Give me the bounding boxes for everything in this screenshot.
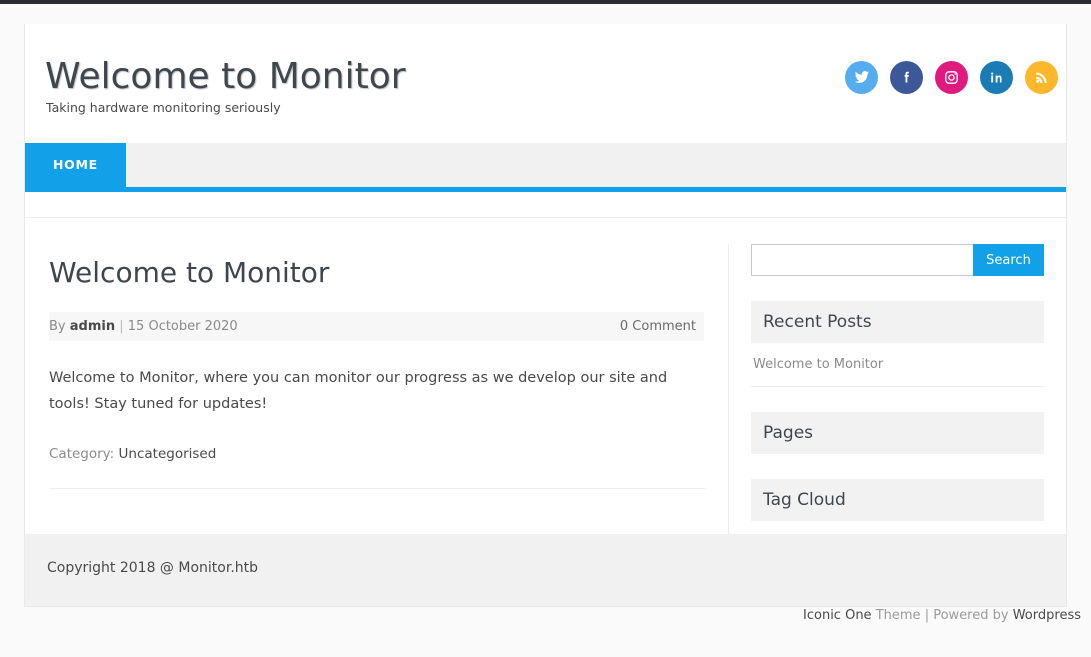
post-title: Welcome to Monitor (49, 256, 330, 289)
platform-link[interactable]: Wordpress (1013, 608, 1081, 623)
post-divider (49, 488, 706, 490)
social-icon-list (845, 61, 1058, 94)
site-title[interactable]: Welcome to Monitor (45, 56, 406, 97)
sidebar: Search Recent Posts Welcome to Monitor P… (729, 244, 1066, 534)
post-author-link[interactable]: admin (70, 319, 115, 334)
facebook-icon[interactable] (890, 61, 923, 94)
post-byline: By admin | 15 October 2020 (49, 312, 238, 341)
search-input[interactable] (751, 244, 973, 276)
post-column: Welcome to Monitor By admin | 15 October… (25, 244, 729, 534)
rss-icon[interactable] (1025, 61, 1058, 94)
linkedin-icon[interactable] (980, 61, 1013, 94)
main-navigation: HOME (25, 143, 1066, 192)
credit-separator: | (924, 608, 930, 623)
widget-title: Tag Cloud (751, 479, 1044, 521)
footer-copyright: Copyright 2018 @ Monitor.htb (47, 560, 259, 576)
footer-credit: Iconic One Theme | Powered by Wordpress (803, 608, 1081, 623)
instagram-icon[interactable] (935, 61, 968, 94)
search-form: Search (751, 244, 1044, 276)
nav-item-home[interactable]: HOME (25, 143, 126, 187)
widget-recent-posts: Recent Posts Welcome to Monitor (751, 301, 1044, 387)
site-wrapper: Welcome to Monitor Taking hardware monit… (24, 24, 1067, 607)
post-date: 15 October 2020 (127, 318, 238, 334)
powered-by-label: Powered by (933, 608, 1009, 623)
content-area: Welcome to Monitor By admin | 15 October… (25, 217, 1066, 534)
byline-separator: | (119, 318, 124, 334)
site-footer: Copyright 2018 @ Monitor.htb (25, 534, 1066, 606)
widget-list: Welcome to Monitor (751, 343, 1044, 387)
post-body: Welcome to Monitor, where you can monito… (49, 369, 668, 413)
widget-title: Recent Posts (751, 301, 1044, 343)
twitter-icon[interactable] (845, 61, 878, 94)
list-item[interactable]: Welcome to Monitor (751, 343, 1044, 387)
search-button[interactable]: Search (973, 244, 1044, 276)
post-category: Category: Uncategorised (49, 446, 704, 462)
widget-tag-cloud: Tag Cloud (751, 479, 1044, 521)
byline-prefix: By (49, 318, 66, 334)
theme-name-link[interactable]: Iconic One (803, 608, 872, 623)
theme-word: Theme (875, 608, 921, 623)
post-meta: By admin | 15 October 2020 0 Comment (49, 311, 704, 341)
post-comment-count[interactable]: 0 Comment (620, 312, 696, 341)
category-link[interactable]: Uncategorised (119, 446, 217, 462)
category-label: Category: (49, 446, 115, 463)
site-description: Taking hardware monitoring seriously (46, 100, 281, 115)
widget-pages: Pages (751, 412, 1044, 454)
widget-title: Pages (751, 412, 1044, 454)
site-header: Welcome to Monitor Taking hardware monit… (25, 24, 1066, 143)
